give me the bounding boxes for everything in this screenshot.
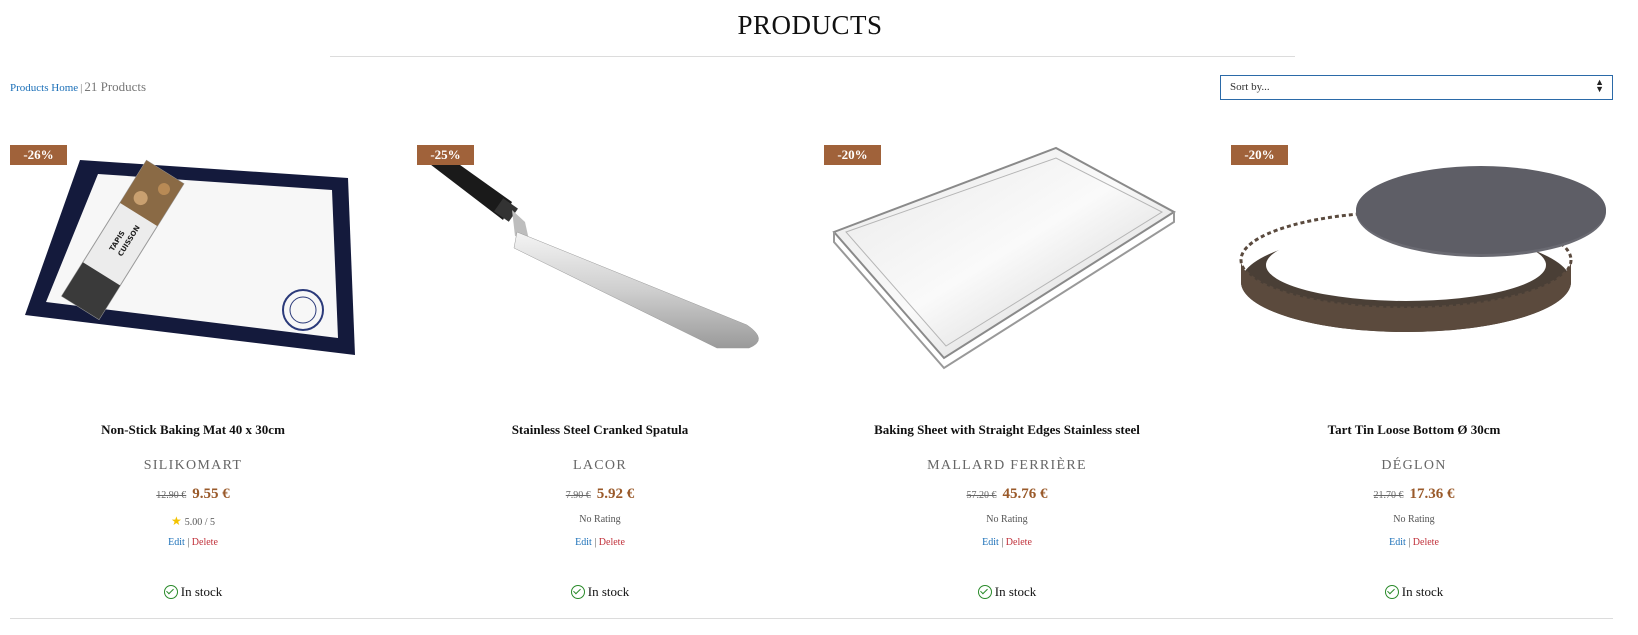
page-title: PRODUCTS <box>737 10 883 40</box>
product-prices: 7.90 € 5.92 € <box>407 485 793 503</box>
star-icon: ★ <box>170 514 182 528</box>
old-price: 12.90 € <box>156 490 187 501</box>
product-card: -20% Baking Sheet with Straight Edges St… <box>814 140 1200 610</box>
products-home-link[interactable]: Products Home <box>10 82 78 94</box>
check-circle-icon <box>1384 585 1399 599</box>
discount-badge: -26% <box>10 145 67 165</box>
select-arrows-icon: ▲ ▼ <box>1595 77 1604 94</box>
check-circle-icon <box>570 585 585 599</box>
product-name[interactable]: Tart Tin Loose Bottom Ø 30cm <box>1221 422 1607 438</box>
tart-tin-image-graphic <box>1239 166 1606 332</box>
action-separator: | <box>1408 537 1411 548</box>
delete-link[interactable]: Delete <box>599 537 625 548</box>
product-rating: No Rating <box>814 514 1200 525</box>
edit-link[interactable]: Edit <box>982 537 999 548</box>
product-prices: 57.20 € 45.76 € <box>814 485 1200 503</box>
stock-text: In stock <box>587 584 630 599</box>
product-brand: DÉGLON <box>1381 458 1447 473</box>
product-card: TAPIS CUISSON -26% Non-Stick Baking Mat … <box>0 140 386 610</box>
product-card: -20% Tart Tin Loose Bottom Ø 30cm DÉGLON… <box>1221 140 1607 610</box>
stock-status: In stock <box>407 584 793 600</box>
check-circle-icon <box>163 585 178 599</box>
breadcrumb: Products Home | 21 Products <box>10 79 146 95</box>
baking-sheet-image-graphic <box>832 146 1176 370</box>
product-prices: 12.90 € 9.55 € <box>0 485 386 503</box>
edit-link[interactable]: Edit <box>1389 537 1406 548</box>
product-name[interactable]: Non-Stick Baking Mat 40 x 30cm <box>0 422 386 438</box>
bottom-divider <box>10 618 1613 619</box>
baking-sheet-image[interactable] <box>824 140 1200 385</box>
sale-price: 9.55 € <box>192 486 230 502</box>
stock-text: In stock <box>180 584 223 599</box>
title-divider <box>330 56 1295 57</box>
baking-mat-image[interactable]: TAPIS CUISSON <box>10 140 386 385</box>
product-actions: Edit | Delete <box>407 537 793 548</box>
stock-status: In stock <box>814 584 1200 600</box>
discount-badge: -25% <box>417 145 474 165</box>
product-actions: Edit | Delete <box>814 537 1200 548</box>
check-circle-icon <box>977 585 992 599</box>
sale-price: 17.36 € <box>1409 486 1455 502</box>
product-brand: MALLARD FERRIÈRE <box>927 458 1087 473</box>
tart-tin-image[interactable] <box>1231 140 1607 385</box>
old-price: 21.70 € <box>1373 490 1404 501</box>
action-separator: | <box>187 537 190 548</box>
rating-text: No Rating <box>986 514 1028 525</box>
action-separator: | <box>1001 537 1004 548</box>
stock-status: In stock <box>1221 584 1607 600</box>
sale-price: 45.76 € <box>1002 486 1048 502</box>
baking-mat-image-graphic: TAPIS CUISSON <box>25 159 355 355</box>
stock-text: In stock <box>1401 584 1444 599</box>
delete-link[interactable]: Delete <box>1006 537 1032 548</box>
rating-text: No Rating <box>1393 514 1435 525</box>
product-prices: 21.70 € 17.36 € <box>1221 485 1607 503</box>
product-actions: Edit | Delete <box>1221 537 1607 548</box>
sort-select[interactable]: Sort by... ▲ ▼ <box>1220 75 1613 100</box>
stock-text: In stock <box>994 584 1037 599</box>
product-grid: TAPIS CUISSON -26% Non-Stick Baking Mat … <box>0 140 1620 610</box>
product-rating: ★ 5.00 / 5 <box>0 514 386 529</box>
sort-select-value: Sort by... <box>1230 81 1270 93</box>
spatula-image-graphic <box>422 150 759 349</box>
product-name[interactable]: Stainless Steel Cranked Spatula <box>407 422 793 438</box>
edit-link[interactable]: Edit <box>168 537 185 548</box>
rating-text: No Rating <box>579 514 621 525</box>
product-name[interactable]: Baking Sheet with Straight Edges Stainle… <box>814 422 1200 438</box>
product-rating: No Rating <box>1221 514 1607 525</box>
spatula-image[interactable] <box>417 140 793 385</box>
rating-text: 5.00 / 5 <box>184 517 216 528</box>
action-separator: | <box>594 537 597 548</box>
edit-link[interactable]: Edit <box>575 537 592 548</box>
delete-link[interactable]: Delete <box>1413 537 1439 548</box>
old-price: 7.90 € <box>565 490 591 501</box>
product-actions: Edit | Delete <box>0 537 386 548</box>
old-price: 57.20 € <box>966 490 997 501</box>
product-card: -25% Stainless Steel Cranked Spatula LAC… <box>407 140 793 610</box>
product-brand: LACOR <box>573 458 627 473</box>
product-brand: SILIKOMART <box>143 458 243 473</box>
discount-badge: -20% <box>1231 145 1288 165</box>
discount-badge: -20% <box>824 145 881 165</box>
product-rating: No Rating <box>407 514 793 525</box>
delete-link[interactable]: Delete <box>192 537 218 548</box>
product-count: 21 Products <box>84 79 147 94</box>
sale-price: 5.92 € <box>596 486 635 502</box>
stock-status: In stock <box>0 584 386 600</box>
